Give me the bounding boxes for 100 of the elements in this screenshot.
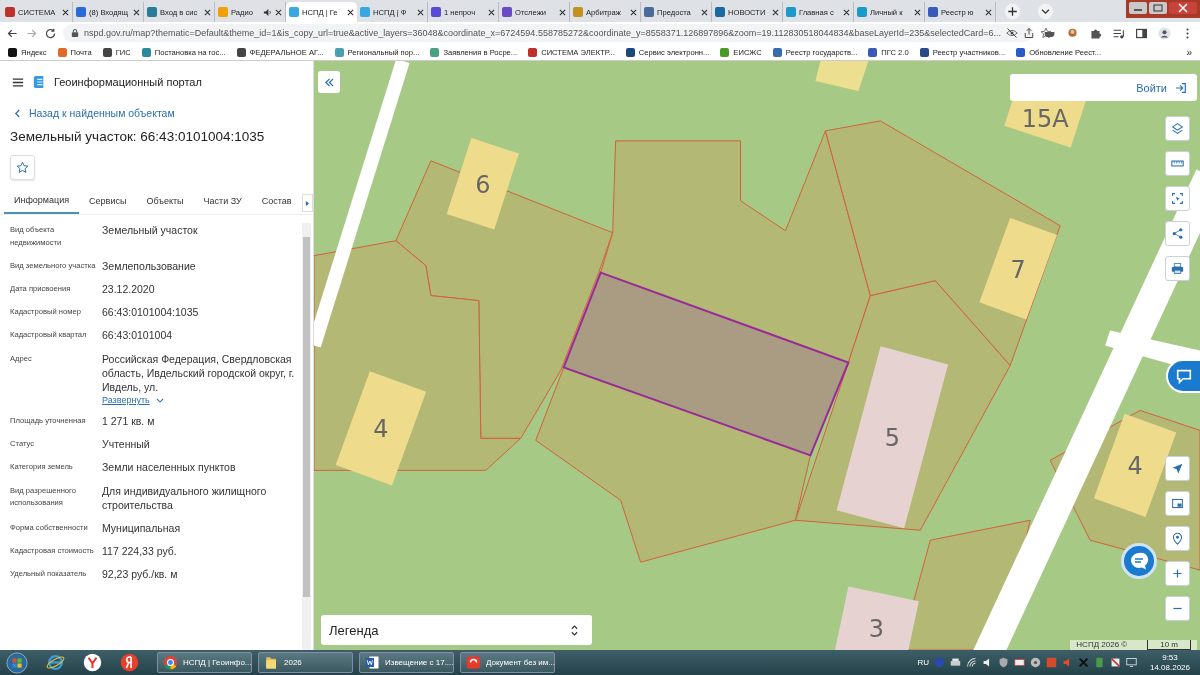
close-icon[interactable]: [62, 8, 69, 16]
close-icon[interactable]: [133, 8, 140, 16]
feedback-tab-button[interactable]: [1166, 359, 1200, 393]
shield-icon[interactable]: [997, 657, 1009, 668]
clock-time[interactable]: 9:53: [1162, 653, 1178, 663]
taskbar-window-button[interactable]: Извещение с 17....: [359, 652, 454, 673]
scrollbar[interactable]: [302, 223, 311, 650]
select-area-button[interactable]: [1165, 186, 1190, 211]
back-link[interactable]: Назад к найденным объектам: [0, 93, 313, 119]
taskbar-window-button[interactable]: 2026: [258, 652, 353, 673]
close-icon[interactable]: [204, 8, 211, 16]
portal-title: Геоинформационный портал: [54, 76, 202, 88]
collapse-panel-button[interactable]: [318, 71, 340, 93]
select-area-icon: [1171, 192, 1184, 205]
property-value: 92,23 руб./кв. м: [102, 567, 179, 582]
minimap-button[interactable]: [1165, 491, 1190, 516]
portal-logo-icon: [33, 75, 45, 89]
property-value: 1 271 кв. м: [102, 414, 156, 429]
share-icon[interactable]: [1023, 27, 1036, 39]
ruler-icon: [1171, 157, 1184, 170]
card-icon[interactable]: [1013, 657, 1025, 668]
locate-button[interactable]: [1165, 456, 1190, 481]
house-number-label: 4: [1127, 452, 1143, 481]
zoom-in-button[interactable]: [1165, 561, 1190, 586]
login-icon: [1175, 81, 1187, 94]
display-icon[interactable]: [1125, 657, 1137, 668]
y-browser-icon[interactable]: [83, 653, 102, 672]
close-icon[interactable]: [559, 8, 566, 16]
taskbar-window-button[interactable]: Документ без им...: [460, 652, 555, 673]
chat-icon: [1175, 367, 1193, 385]
share-button[interactable]: [1165, 221, 1190, 246]
property-value: Российская Федерация, Свердловская область, Ивдельский городской округ, г. Ивдель, ул.: [102, 351, 296, 394]
plus-icon: [1171, 567, 1184, 580]
ruler-button[interactable]: [1165, 151, 1190, 176]
legend-dropdown[interactable]: Легенда: [321, 615, 592, 645]
folder-icon: [264, 655, 279, 670]
eye-slash-icon[interactable]: [1006, 27, 1019, 39]
layers-button[interactable]: [1165, 116, 1190, 141]
close-icon[interactable]: [701, 8, 708, 16]
property-value: Муниципальная: [102, 520, 182, 536]
login-button[interactable]: Войти: [1010, 74, 1197, 101]
triangle-right-icon: [304, 199, 310, 207]
info-tab[interactable]: Объекты: [136, 193, 194, 213]
object-heading: Земельный участок: 66:43:0101004:1035: [9, 128, 266, 144]
y-logo-icon[interactable]: [120, 653, 139, 672]
close-icon[interactable]: [275, 8, 282, 16]
close-icon[interactable]: [843, 8, 850, 16]
property-value: 66:43:0101004:1035: [102, 305, 200, 320]
start-button[interactable]: [6, 651, 28, 674]
disc-icon[interactable]: [1029, 657, 1041, 668]
house-number-label: 5: [884, 424, 900, 453]
close-icon[interactable]: [417, 8, 424, 16]
house-number-label: 15А: [1021, 104, 1069, 133]
star-icon: [16, 161, 29, 174]
info-tab[interactable]: Информация: [4, 192, 80, 214]
new-tab-icon[interactable]: [1004, 3, 1021, 20]
share-icon: [1171, 227, 1184, 240]
close-icon[interactable]: [985, 8, 992, 16]
speaker-icon[interactable]: [263, 7, 272, 17]
menu-icon[interactable]: [12, 76, 24, 88]
property-value: Для индивидуального жилищного строительства: [102, 483, 268, 512]
close-icon[interactable]: [1169, 2, 1197, 14]
profile-icon[interactable]: [1158, 26, 1171, 40]
chevron-down-icon[interactable]: [1037, 3, 1054, 20]
minimap-icon: [1171, 497, 1184, 510]
printer-icon[interactable]: [949, 657, 961, 668]
phone-icon[interactable]: [1093, 657, 1105, 668]
chevron-down-icon[interactable]: [155, 397, 164, 403]
side-panel-icon[interactable]: [1135, 26, 1148, 40]
reload-icon[interactable]: [44, 26, 57, 40]
info-tab[interactable]: Состав: [251, 193, 302, 213]
close-icon[interactable]: [772, 8, 779, 16]
puzzle-icon[interactable]: [1089, 26, 1102, 40]
chevron-left-icon: [14, 108, 21, 118]
sort-arrows-icon: [571, 624, 578, 636]
lock-icon[interactable]: [71, 28, 79, 38]
info-tab[interactable]: Сервисы: [79, 193, 137, 213]
close-icon[interactable]: [347, 8, 354, 16]
expand-link[interactable]: Развернуть: [102, 395, 150, 405]
pin-button[interactable]: [1165, 526, 1190, 551]
location-pin-icon: [1171, 532, 1184, 545]
minimize-icon[interactable]: [1129, 2, 1147, 14]
clock-date[interactable]: 14.08.2026: [1149, 662, 1190, 672]
scroll-tabs-button[interactable]: [301, 194, 313, 212]
favorite-button[interactable]: [10, 155, 35, 180]
info-tab[interactable]: Части ЗУ: [193, 193, 252, 213]
network-icon[interactable]: [965, 657, 977, 668]
scrollbar-thumb[interactable]: [303, 237, 310, 597]
close-icon[interactable]: [914, 8, 921, 16]
property-value: 66:43:0101004: [102, 328, 174, 343]
more-bookmarks-button[interactable]: »: [1186, 46, 1192, 58]
language-indicator[interactable]: RU: [917, 658, 929, 667]
house-number-label: 6: [475, 170, 491, 199]
close-icon[interactable]: [630, 8, 637, 16]
close-icon[interactable]: [488, 8, 495, 16]
taskbar-window-button[interactable]: НСПД | Геоинфо...: [157, 652, 252, 673]
layers-icon: [1171, 122, 1184, 135]
print-button[interactable]: [1165, 256, 1190, 281]
printer-icon: [1171, 262, 1184, 275]
extension-icon[interactable]: [1066, 26, 1079, 40]
